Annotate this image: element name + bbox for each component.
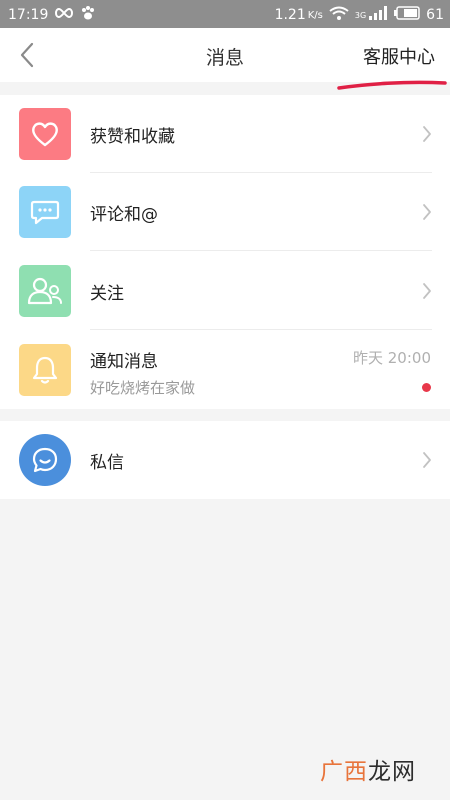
chevron-right-icon (423, 283, 431, 299)
battery-icon (394, 6, 420, 24)
nav-bar: 消息 客服中心 (0, 28, 450, 82)
bell-icon (19, 344, 71, 396)
list-item-follows[interactable]: 关注 (0, 252, 450, 330)
divider (90, 250, 432, 251)
net-unit: K/s (307, 9, 323, 21)
customer-service-button[interactable]: 客服中心 (363, 43, 435, 69)
status-time: 17:19 (8, 7, 49, 23)
watermark-logo: 广西龙网 (320, 752, 416, 786)
list-item-comments[interactable]: 评论和@ (0, 173, 450, 251)
notification-time: 昨天 20:00 (353, 349, 431, 367)
signal-icon (368, 5, 388, 25)
list-item-label: 关注 (90, 284, 124, 304)
heart-icon (19, 108, 71, 160)
infinity-icon (54, 7, 74, 23)
users-icon (19, 265, 71, 317)
list-item-label: 评论和@ (90, 205, 158, 225)
watermark-text: 广西龙网 (320, 759, 416, 785)
list-item-likes[interactable]: 获赞和收藏 (0, 95, 450, 173)
paw-icon (80, 5, 96, 25)
chevron-right-icon (423, 126, 431, 142)
unread-dot (422, 383, 431, 392)
private-message-section: 私信 (0, 421, 450, 499)
divider (90, 329, 432, 330)
list-item-label: 通知消息 (90, 352, 158, 372)
list-item-label: 私信 (90, 453, 124, 473)
chevron-right-icon (423, 452, 431, 468)
wifi-icon (329, 5, 349, 25)
list-item-notifications[interactable]: 通知消息 好吃烧烤在家做 昨天 20:00 (0, 331, 450, 409)
comment-icon (19, 186, 71, 238)
chevron-right-icon (423, 204, 431, 220)
battery-level: 61 (426, 7, 444, 23)
annotation-underline (337, 80, 447, 90)
list-item-label: 获赞和收藏 (90, 127, 175, 147)
list-item-private-messages[interactable]: 私信 (0, 421, 450, 499)
message-category-list: 获赞和收藏 评论和@ 关注 通知消息 好吃烧烤在家做 昨天 20:00 (0, 95, 450, 409)
status-bar: 17:19 1.21 K/s 3G 61 (0, 0, 450, 28)
net-speed: 1.21 (274, 7, 306, 23)
network-type: 3G (354, 10, 367, 20)
notification-preview: 好吃烧烤在家做 (90, 379, 196, 397)
chat-bubble-icon (19, 434, 71, 486)
